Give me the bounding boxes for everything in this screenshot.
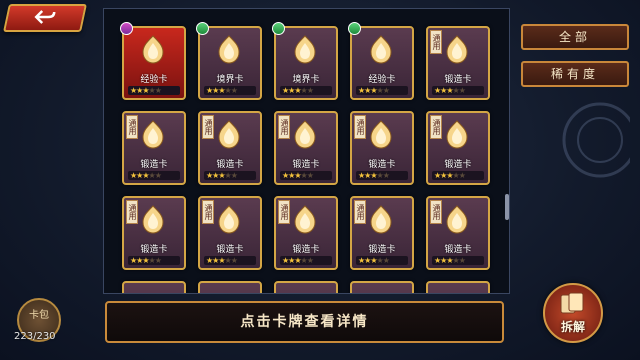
card-item[interactable]: 通用锻造卡 ★★★★★ [350, 111, 414, 185]
star-rating: ★★★★★ [204, 256, 256, 265]
card-emblem-icon [138, 204, 168, 240]
card-name: 锻造卡 [368, 160, 396, 170]
universal-tag: 通用 [430, 200, 442, 224]
star-rating: ★★★★★ [356, 256, 408, 265]
dismantle-label: 拆解 [560, 320, 585, 334]
card-item[interactable]: 通用锻造卡 ★★★★★ [198, 196, 262, 270]
card-name: 锻造卡 [292, 160, 320, 170]
card-emblem-icon [366, 204, 396, 240]
universal-tag: 通用 [202, 200, 214, 224]
filter-all-button[interactable]: 全部 [521, 24, 629, 50]
card-item[interactable]: 经验卡 ★★★★★ [122, 26, 186, 100]
card-item[interactable]: 境界卡 ★★★★★ [198, 26, 262, 100]
card-emblem-icon [138, 119, 168, 155]
hint-bar: 点击卡牌查看详情 [105, 301, 504, 343]
dismantle-icon [560, 292, 584, 314]
card-name: 锻造卡 [368, 245, 396, 255]
card-name: 锻造卡 [292, 245, 320, 255]
card-grid[interactable]: 经验卡 ★★★★★ 境界卡 ★★★★★ 境界卡 ★★★★★ 经验卡 ★★★★★ 通用 锻造… [103, 8, 510, 294]
card-name: 锻造卡 [140, 245, 168, 255]
card-bag-label: 卡包 [29, 310, 49, 321]
card-item[interactable]: 境界卡 ★★★★★ [274, 26, 338, 100]
star-rating: ★★★★★ [128, 86, 180, 95]
star-rating: ★★★★★ [128, 171, 180, 180]
universal-tag: 通用 [354, 200, 366, 224]
dismantle-button[interactable]: 拆解 [543, 283, 603, 343]
card-name: 锻造卡 [444, 245, 472, 255]
card-count: 223/230 [14, 331, 56, 342]
card-emblem-icon [214, 119, 244, 155]
scrollbar[interactable] [505, 194, 509, 220]
card-emblem-icon [366, 119, 396, 155]
universal-tag: 通用 [126, 200, 138, 224]
star-rating: ★★★★★ [432, 86, 484, 95]
star-rating: ★★★★★ [280, 86, 332, 95]
card-item[interactable] [426, 281, 490, 293]
card-item[interactable] [274, 281, 338, 293]
star-rating: ★★★★★ [204, 86, 256, 95]
rarity-gem-icon [196, 22, 209, 35]
universal-tag: 通用 [202, 115, 214, 139]
star-rating: ★★★★★ [204, 171, 256, 180]
card-emblem-icon [214, 204, 244, 240]
card-emblem-icon [214, 34, 244, 70]
card-item[interactable]: 通用锻造卡 ★★★★★ [274, 196, 338, 270]
card-emblem-icon [442, 34, 472, 70]
card-item[interactable] [122, 281, 186, 293]
card-name: 经验卡 [368, 75, 396, 85]
card-item[interactable] [198, 281, 262, 293]
card-emblem-icon [442, 119, 472, 155]
card-name: 锻造卡 [444, 75, 472, 85]
star-rating: ★★★★★ [432, 171, 484, 180]
star-rating: ★★★★★ [432, 256, 484, 265]
card-name: 经验卡 [140, 75, 168, 85]
card-name: 锻造卡 [444, 160, 472, 170]
card-item[interactable]: 通用锻造卡 ★★★★★ [274, 111, 338, 185]
star-rating: ★★★★★ [356, 171, 408, 180]
universal-tag: 通用 [278, 115, 290, 139]
card-item[interactable]: 通用锻造卡 ★★★★★ [198, 111, 262, 185]
card-name: 境界卡 [292, 75, 320, 85]
card-item[interactable]: 通用锻造卡 ★★★★★ [350, 196, 414, 270]
universal-tag: 通用 [278, 200, 290, 224]
universal-tag: 通用 [430, 115, 442, 139]
card-emblem-icon [290, 34, 320, 70]
card-emblem-icon [290, 204, 320, 240]
card-item[interactable]: 经验卡 ★★★★★ [350, 26, 414, 100]
card-emblem-icon [366, 34, 396, 70]
filter-rarity-button[interactable]: 稀有度 [521, 61, 629, 87]
universal-tag: 通用 [354, 115, 366, 139]
star-rating: ★★★★★ [356, 86, 408, 95]
card-item[interactable] [350, 281, 414, 293]
universal-tag: 通用 [430, 30, 442, 54]
background-ornament [562, 102, 630, 178]
rarity-gem-icon [348, 22, 361, 35]
back-button[interactable] [3, 4, 87, 32]
card-name: 锻造卡 [216, 160, 244, 170]
universal-tag: 通用 [126, 115, 138, 139]
card-emblem-icon [138, 34, 168, 70]
card-item[interactable]: 通用锻造卡 ★★★★★ [426, 196, 490, 270]
card-name: 锻造卡 [216, 245, 244, 255]
card-emblem-icon [442, 204, 472, 240]
star-rating: ★★★★★ [280, 256, 332, 265]
star-rating: ★★★★★ [128, 256, 180, 265]
back-arrow-icon [34, 10, 56, 24]
card-item[interactable]: 通用锻造卡 ★★★★★ [122, 196, 186, 270]
star-rating: ★★★★★ [280, 171, 332, 180]
card-item[interactable]: 通用锻造卡 ★★★★★ [122, 111, 186, 185]
card-name: 锻造卡 [140, 160, 168, 170]
card-name: 境界卡 [216, 75, 244, 85]
card-item[interactable]: 通用锻造卡 ★★★★★ [426, 26, 490, 100]
rarity-gem-icon [120, 22, 133, 35]
rarity-gem-icon [272, 22, 285, 35]
card-item[interactable]: 通用锻造卡 ★★★★★ [426, 111, 490, 185]
card-emblem-icon [290, 119, 320, 155]
